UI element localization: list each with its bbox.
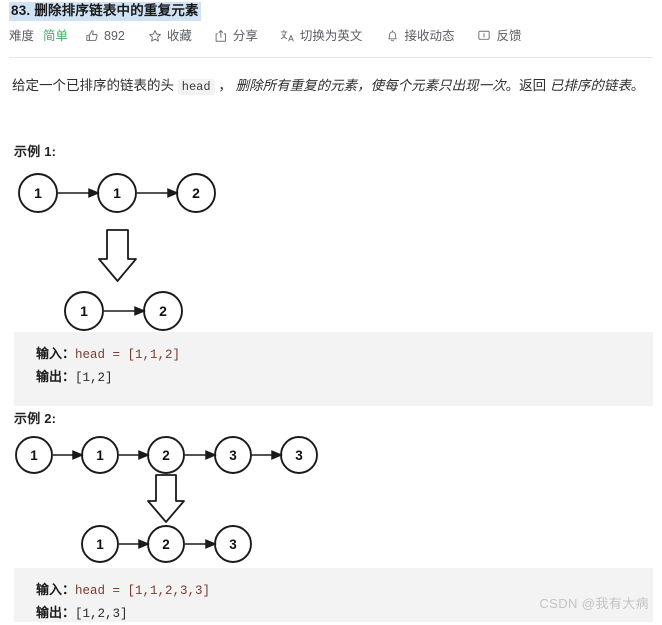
difficulty-indicator: 难度 简单 <box>9 28 68 44</box>
node-value-after-1: 2 <box>159 303 167 319</box>
description-part-3: 。返回 <box>505 78 550 93</box>
thumbs-up-icon <box>85 29 99 43</box>
page-title: 83. 删除排序链表中的重复元素 <box>9 2 201 21</box>
node-value-before-0: 1 <box>30 448 38 463</box>
transform-arrow-icon <box>147 474 185 523</box>
node-value-before-4: 3 <box>295 448 303 463</box>
example-2-diagram: 1 1 2 3 3 1 2 3 <box>0 428 340 568</box>
favorite-button[interactable]: 收藏 <box>148 28 192 44</box>
node-value-before-2: 2 <box>192 185 200 201</box>
example-1-output-line: 输出：[1,2] <box>36 366 653 389</box>
feedback-label: 反馈 <box>496 29 522 43</box>
share-label: 分享 <box>232 29 258 43</box>
node-value-before-2: 2 <box>162 448 170 463</box>
output-value: [1,2] <box>75 371 113 385</box>
description-emphasis-2: 已排序的链表 <box>549 78 631 93</box>
input-value: head = [1,1,2] <box>75 348 181 362</box>
share-button[interactable]: 分享 <box>214 28 258 44</box>
header-divider <box>9 57 653 58</box>
node-value-after-1: 2 <box>162 537 170 552</box>
node-value-before-1: 1 <box>113 185 121 201</box>
example-1-heading: 示例 1: <box>14 144 57 159</box>
input-label: 输入： <box>36 582 76 597</box>
problem-toolbar: 难度 简单 892 收藏 分享 切换为英文 接收动态 反馈 <box>9 26 540 46</box>
output-label: 输出： <box>36 369 76 384</box>
node-value-after-2: 3 <box>229 537 237 552</box>
share-icon <box>214 29 228 43</box>
vote-count: 892 <box>104 29 125 43</box>
favorite-label: 收藏 <box>166 29 192 43</box>
translate-icon <box>280 29 295 43</box>
node-value-after-0: 1 <box>96 537 104 552</box>
description-emphasis-1: 删除所有重复的元素，使每个元素只出现一次 <box>235 78 506 93</box>
switch-language-button[interactable]: 切换为英文 <box>280 28 363 44</box>
notifications-button[interactable]: 接收动态 <box>386 28 454 44</box>
input-value: head = [1,1,2,3,3] <box>75 584 211 598</box>
example-1-code-block: 输入：head = [1,1,2] 输出：[1,2] <box>14 332 653 406</box>
feedback-button[interactable]: 反馈 <box>477 28 521 44</box>
node-value-before-1: 1 <box>96 448 104 463</box>
notifications-label: 接收动态 <box>404 29 455 43</box>
output-label: 输出： <box>36 605 76 620</box>
output-value: [1,2,3] <box>75 607 128 621</box>
description-inline-code-head: head <box>177 79 215 95</box>
input-label: 输入： <box>36 346 76 361</box>
vote-button[interactable]: 892 <box>85 28 125 44</box>
difficulty-value: 简单 <box>43 29 69 43</box>
node-value-before-0: 1 <box>34 185 42 201</box>
feedback-icon <box>477 29 491 43</box>
problem-description: 给定一个已排序的链表的头 head ， 删除所有重复的元素，使每个元素只出现一次… <box>12 75 652 98</box>
example-1-diagram: 1 1 2 1 2 <box>0 162 240 334</box>
csdn-watermark: CSDN @我有大病 <box>539 596 649 611</box>
transform-arrow-icon <box>98 229 137 282</box>
description-part-4: 。 <box>630 78 645 93</box>
description-part-2: ， <box>214 78 236 93</box>
bell-icon <box>386 29 399 43</box>
star-icon <box>148 29 162 43</box>
node-value-after-0: 1 <box>80 303 88 319</box>
switch-language-label: 切换为英文 <box>299 29 363 43</box>
description-part-1: 给定一个已排序的链表的头 <box>12 78 178 93</box>
difficulty-label: 难度 <box>9 29 35 43</box>
example-2-heading: 示例 2: <box>14 411 57 426</box>
example-1-input-line: 输入：head = [1,1,2] <box>36 343 653 366</box>
node-value-before-3: 3 <box>229 448 237 463</box>
